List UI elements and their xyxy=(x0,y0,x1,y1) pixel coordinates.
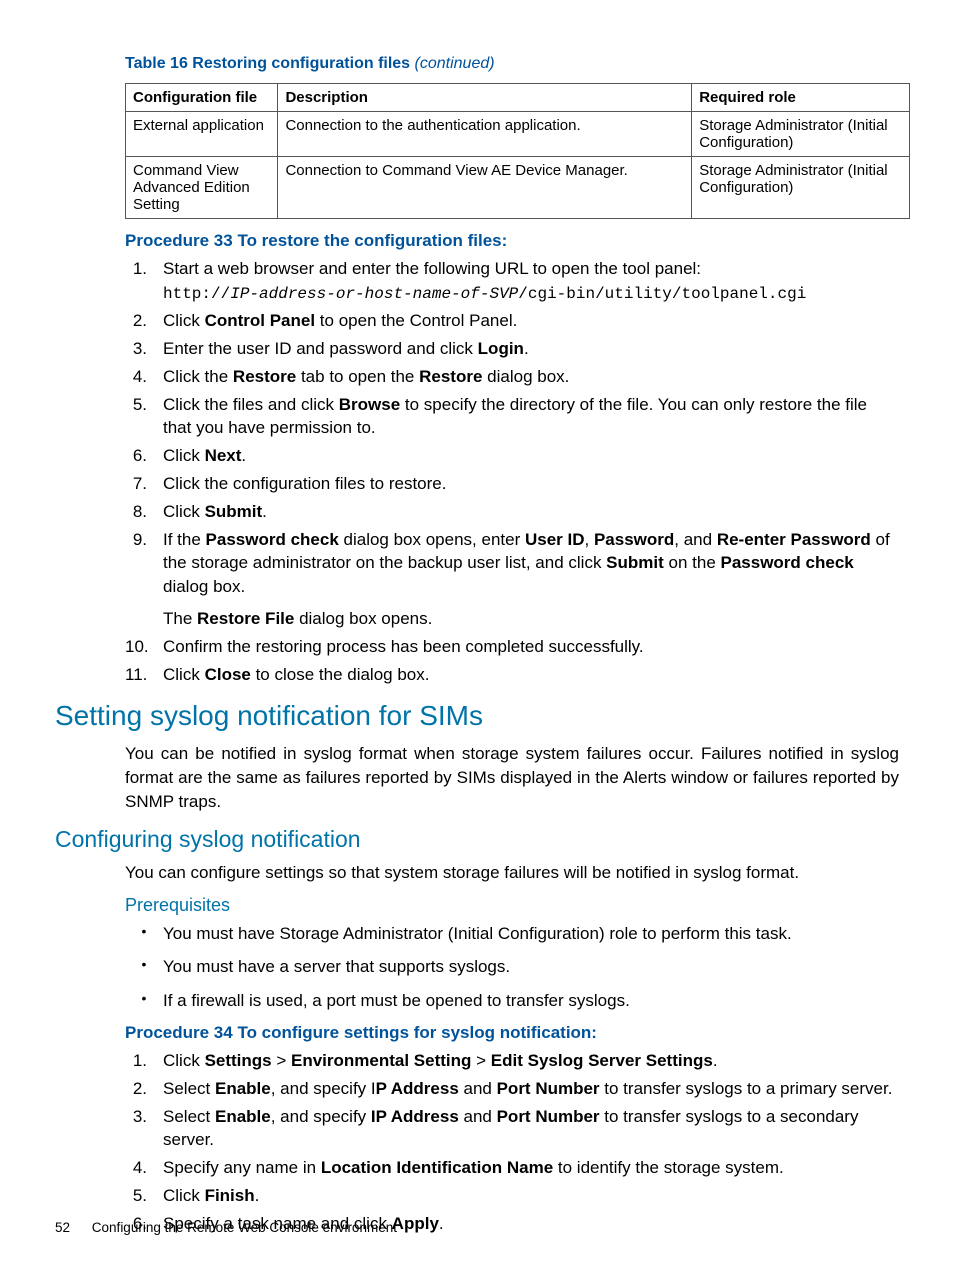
th-required-role: Required role xyxy=(692,84,910,112)
heading-configuring-syslog: Configuring syslog notification xyxy=(55,826,899,853)
prerequisites-list: •You must have Storage Administrator (In… xyxy=(125,922,899,1013)
heading-prerequisites: Prerequisites xyxy=(125,895,899,916)
paragraph: You can configure settings so that syste… xyxy=(125,861,899,885)
heading-setting-syslog: Setting syslog notification for SIMs xyxy=(55,700,899,732)
table-row: External application Connection to the a… xyxy=(126,112,910,157)
th-description: Description xyxy=(278,84,692,112)
page-number: 52 xyxy=(55,1220,70,1235)
table-caption: Table 16 Restoring configuration files (… xyxy=(125,55,899,73)
procedure-34-list: 1.Click Settings > Environmental Setting… xyxy=(125,1049,899,1236)
table-row: Command View Advanced Edition Setting Co… xyxy=(126,157,910,219)
footer-text: Configuring the Remote Web Console envir… xyxy=(92,1220,397,1235)
config-table: Configuration file Description Required … xyxy=(125,83,910,219)
procedure-33-title: Procedure 33 To restore the configuratio… xyxy=(125,231,899,251)
page-footer: 52 Configuring the Remote Web Console en… xyxy=(55,1220,397,1235)
procedure-34-title: Procedure 34 To configure settings for s… xyxy=(125,1023,899,1043)
paragraph: You can be notified in syslog format whe… xyxy=(125,742,899,813)
procedure-33-list: 1.Start a web browser and enter the foll… xyxy=(125,257,899,686)
th-config-file: Configuration file xyxy=(126,84,278,112)
